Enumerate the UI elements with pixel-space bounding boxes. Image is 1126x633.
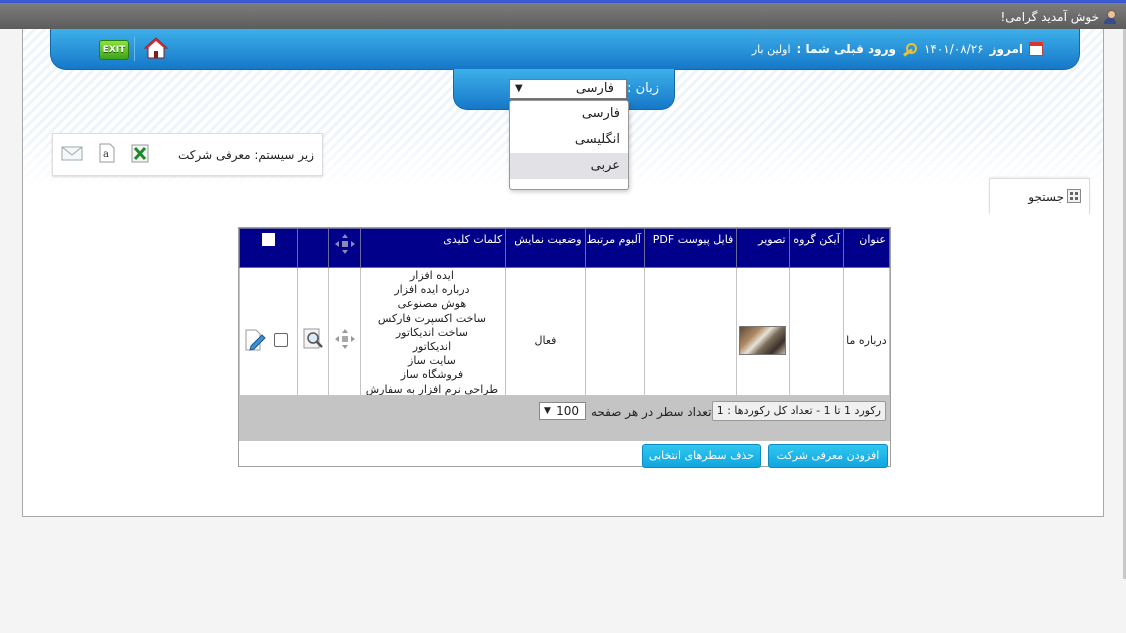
cell-select <box>238 266 299 414</box>
records-info: رکورد 1 تا 1 - تعداد کل رکوردها : 1 <box>711 401 886 421</box>
cell-pdf <box>643 266 738 414</box>
keyword-item: فروشگاه ساز <box>400 368 464 382</box>
table-header-row: عنوان آیکن گروه تصویر فایل پیوست PDF آلب… <box>238 228 891 268</box>
keyword-item: ساخت اندیکاتور <box>395 325 468 339</box>
records-table: عنوان آیکن گروه تصویر فایل پیوست PDF آلب… <box>238 228 891 414</box>
rows-per-page-value: 100 <box>556 404 579 418</box>
rows-per-page-label: تعداد سطر در هر صفحه <box>591 405 712 419</box>
column-header-actions <box>297 228 330 268</box>
svg-text:a: a <box>103 149 109 160</box>
today-label: امروز <box>989 42 1023 56</box>
cell-image <box>736 266 790 414</box>
column-header-status[interactable]: وضعیت نمایش <box>505 228 586 268</box>
excel-export-icon[interactable] <box>129 142 151 164</box>
welcome-text: خوش آمدید گرامی! <box>1000 10 1099 24</box>
thumbnail-image <box>739 325 787 355</box>
language-select[interactable]: فارسی ▼ <box>509 79 627 99</box>
cell-title: درباره ما <box>842 266 891 414</box>
chevron-down-icon: ▼ <box>515 83 523 94</box>
calendar-icon <box>1029 42 1043 56</box>
column-header-pdf[interactable]: فایل پیوست PDF <box>643 228 738 268</box>
view-details-icon[interactable] <box>301 327 325 351</box>
language-option-persian[interactable]: فارسی <box>510 101 628 127</box>
language-option-english[interactable]: انگلیسی <box>510 127 628 153</box>
keyword-item: سایت ساز <box>408 354 456 368</box>
column-header-move <box>328 228 361 268</box>
top-bar: خوش آمدید گرامی! <box>0 0 1126 29</box>
move-row-icon[interactable] <box>334 328 356 350</box>
rows-per-page-select[interactable]: 100 ▼ <box>539 402 586 420</box>
email-icon[interactable] <box>61 142 83 164</box>
add-company-intro-button[interactable]: افزودن معرفی شرکت <box>768 444 888 468</box>
column-header-image[interactable]: تصویر <box>736 228 790 268</box>
cell-move <box>328 266 361 414</box>
language-selected: فارسی <box>575 81 614 96</box>
move-arrows-icon <box>334 234 355 254</box>
column-header-select <box>238 228 299 268</box>
column-header-keywords[interactable]: کلمات کلیدی <box>359 228 507 268</box>
last-login-label: ورود قبلی شما : <box>796 42 896 56</box>
language-label: زبان : <box>627 81 659 96</box>
language-dropdown: فارسی انگلیسی عربی <box>509 100 629 190</box>
select-all-checkbox[interactable] <box>262 233 276 246</box>
column-header-album[interactable]: آلبوم مرتبط <box>584 228 645 268</box>
table-row: درباره ما فعال ایده افزار درباره ایده اف… <box>238 266 891 414</box>
expand-icon[interactable] <box>1067 189 1081 203</box>
subsystem-box: زیر سیستم: معرفی شرکت a <box>52 133 323 176</box>
welcome-message: خوش آمدید گرامی! <box>1000 10 1116 24</box>
user-icon <box>1104 10 1116 24</box>
cell-status: فعال <box>505 266 586 414</box>
column-header-group-icon[interactable]: آیکن گروه <box>788 228 844 268</box>
keyword-item: درباره ایده افزار <box>394 283 470 297</box>
cell-keywords: ایده افزار درباره ایده افزار هوش مصنوعی … <box>359 266 507 414</box>
column-header-title[interactable]: عنوان <box>842 228 891 268</box>
chevron-down-icon: ▼ <box>544 406 551 416</box>
keyword-item: اندیکاتور <box>412 340 452 354</box>
search-tab[interactable]: جستجو <box>989 178 1090 214</box>
edit-icon[interactable] <box>243 328 267 352</box>
keyword-item: ایده افزار <box>409 269 454 282</box>
row-checkbox[interactable] <box>273 333 288 348</box>
cell-view <box>297 266 330 414</box>
header-info: امروز ۱۴۰۱/۰۸/۲۶ ورود قبلی شما : اولین ب… <box>752 42 1043 56</box>
data-grid: عنوان آیکن گروه تصویر فایل پیوست PDF آلب… <box>238 227 891 468</box>
header-bar: EXIT امروز ۱۴۰۱/۰۸/۲۶ ورود قبلی شما : او… <box>50 29 1080 70</box>
key-icon <box>902 42 918 56</box>
cell-album <box>584 266 645 414</box>
today-date: ۱۴۰۱/۰۸/۲۶ <box>923 42 984 56</box>
keyword-item: هوش مصنوعی <box>397 297 467 311</box>
delete-selected-rows-button[interactable]: حذف سطرهای انتخابی <box>642 444 761 468</box>
language-option-arabic[interactable]: عربی <box>510 153 628 179</box>
search-tab-label: جستجو <box>1028 190 1064 204</box>
main-panel: EXIT امروز ۱۴۰۱/۰۸/۲۶ ورود قبلی شما : او… <box>22 29 1104 517</box>
header-divider <box>134 37 135 61</box>
pager-bar: رکورد 1 تا 1 - تعداد کل رکوردها : 1 تعدا… <box>239 395 890 441</box>
cell-group-icon <box>788 266 844 414</box>
subsystem-title: زیر سیستم: معرفی شرکت <box>178 148 314 162</box>
text-document-icon[interactable]: a <box>96 142 118 164</box>
home-icon[interactable] <box>144 37 168 59</box>
keyword-item: ساخت اکسپرت فارکس <box>377 311 487 325</box>
exit-button[interactable]: EXIT <box>99 40 129 60</box>
last-login-value: اولین بار <box>751 42 791 56</box>
